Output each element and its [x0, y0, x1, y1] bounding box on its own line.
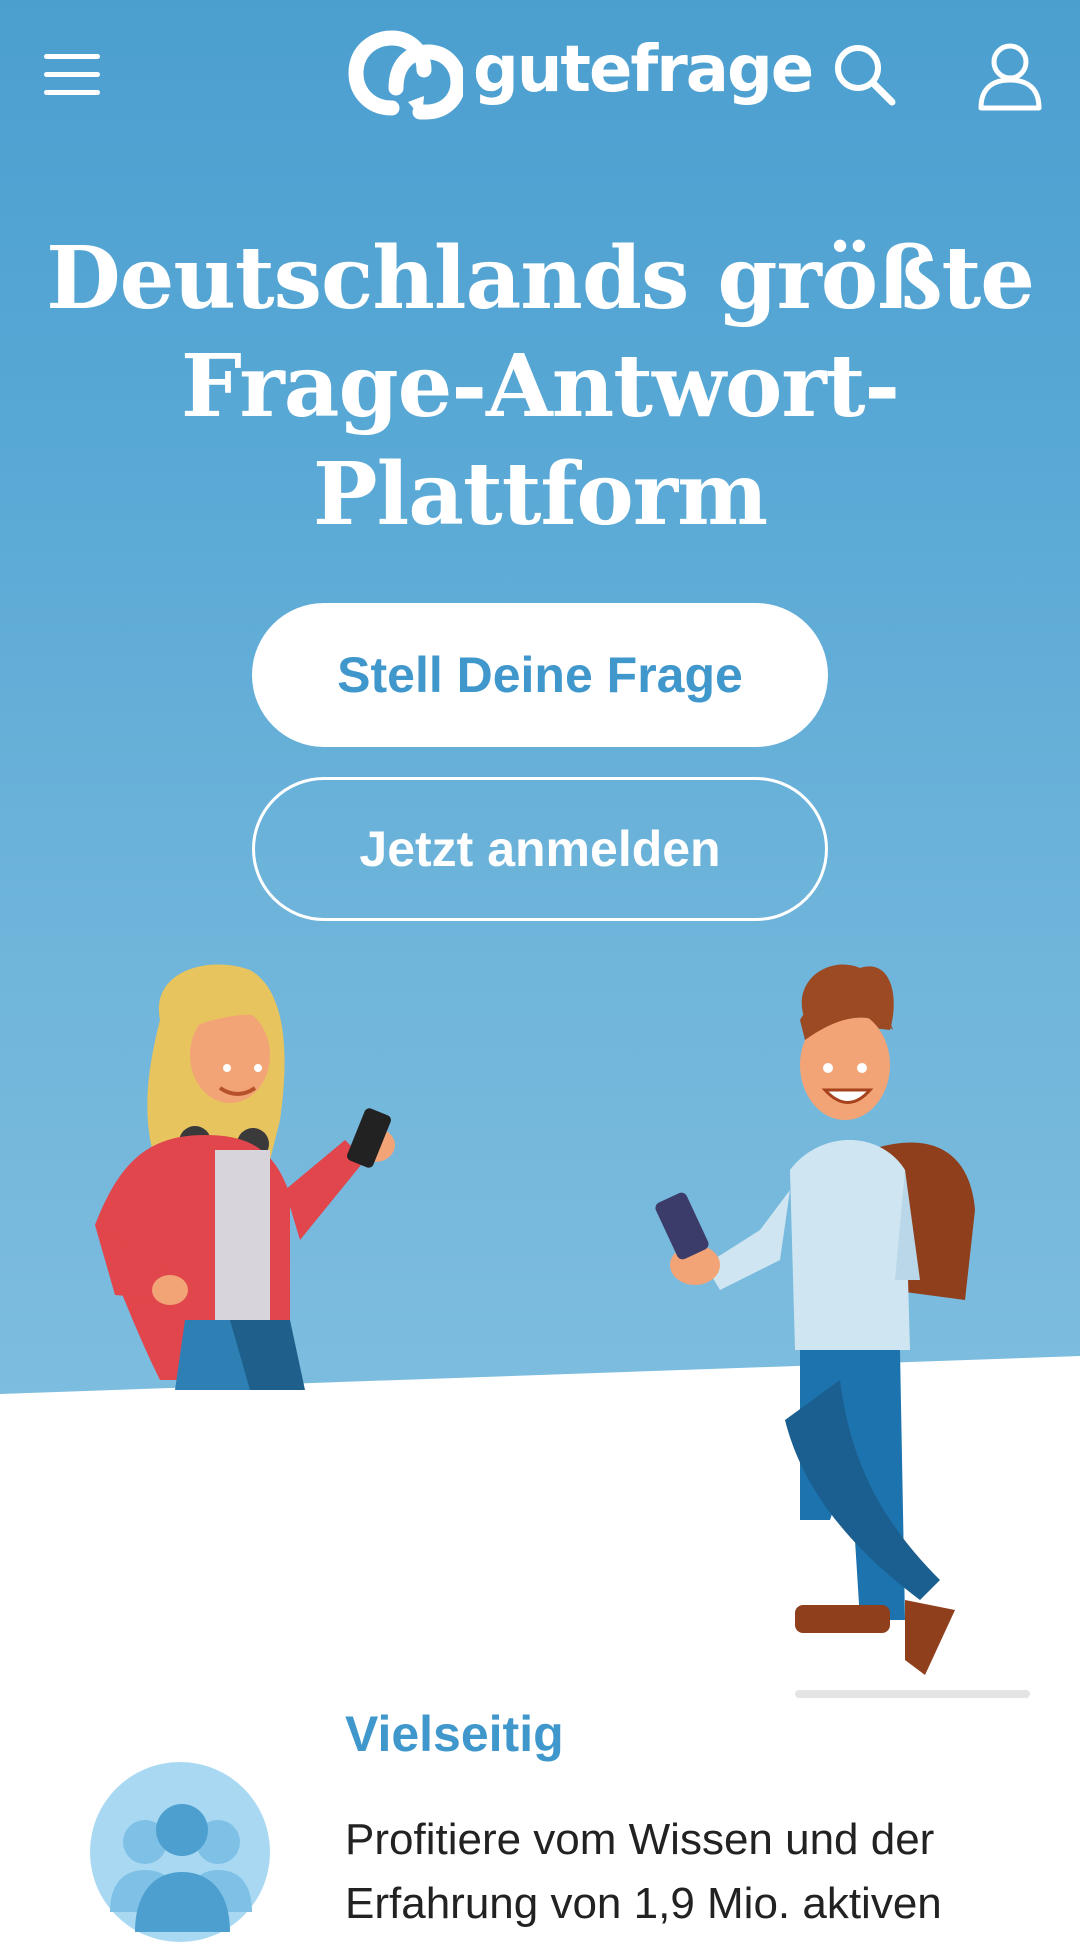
logo-text: gutefrage — [473, 33, 814, 107]
top-header: gutefrage — [0, 0, 1080, 150]
girl-illustration — [95, 964, 395, 1390]
hero-title: Deutschlands größte Frage-Antwort-Plattf… — [46, 228, 1035, 545]
hero-illustration — [95, 964, 1030, 1698]
feature-text: Profitiere vom Wissen und der Erfahrung … — [345, 1815, 942, 1928]
gutefrage-logo-icon — [348, 30, 463, 120]
users-group-icon — [90, 1762, 270, 1942]
register-button[interactable]: Jetzt anmelden — [252, 777, 828, 921]
menu-icon[interactable] — [40, 50, 104, 100]
boy-illustration — [655, 964, 1030, 1698]
user-icon[interactable] — [975, 40, 1045, 112]
gutefrage-logo[interactable]: gutefrage — [348, 30, 814, 120]
feature-title: Vielseitig — [345, 1706, 564, 1762]
search-icon[interactable] — [830, 40, 900, 110]
ask-question-button[interactable]: Stell Deine Frage — [252, 603, 828, 747]
